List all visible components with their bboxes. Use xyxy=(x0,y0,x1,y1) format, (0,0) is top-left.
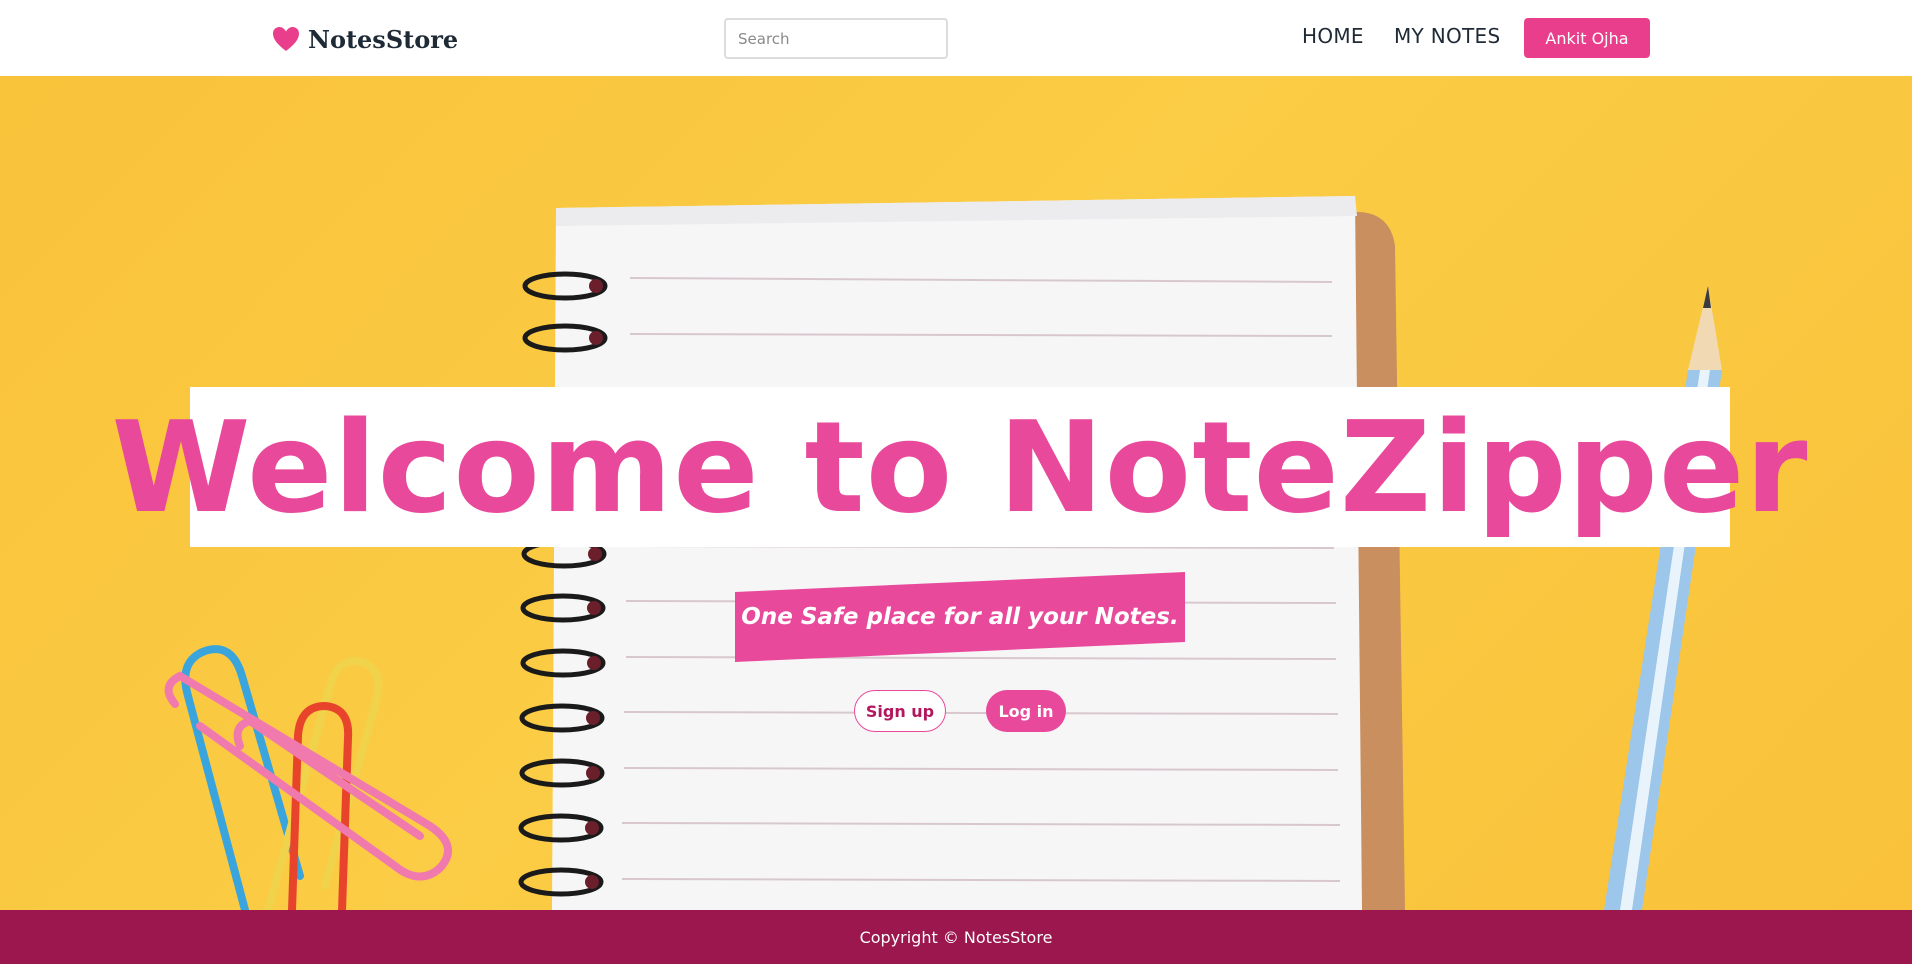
navbar: NotesStore HOME MY NOTES Ankit Ojha xyxy=(0,0,1912,76)
brand-link[interactable]: NotesStore xyxy=(272,22,458,56)
heart-icon xyxy=(273,27,299,51)
signup-button[interactable]: Sign up xyxy=(854,690,946,732)
login-button[interactable]: Log in xyxy=(986,690,1066,732)
footer: Copyright © NotesStore xyxy=(0,910,1912,964)
tagline-banner: One Safe place for all your Notes. xyxy=(735,572,1185,662)
page-title: Welcome to NoteZipper xyxy=(111,393,1809,541)
hero-section: Welcome to NoteZipper One Safe place for… xyxy=(0,76,1912,910)
nav-link-home[interactable]: HOME xyxy=(1302,24,1364,48)
search-input[interactable] xyxy=(724,18,948,59)
title-banner: Welcome to NoteZipper xyxy=(112,387,1807,547)
copyright-text: Copyright © NotesStore xyxy=(859,927,1053,947)
brand-name: NotesStore xyxy=(308,24,459,54)
tagline-text: One Safe place for all your Notes. xyxy=(741,604,1179,630)
nav-link-my-notes[interactable]: MY NOTES xyxy=(1394,24,1500,48)
user-menu-button[interactable]: Ankit Ojha xyxy=(1524,18,1650,58)
